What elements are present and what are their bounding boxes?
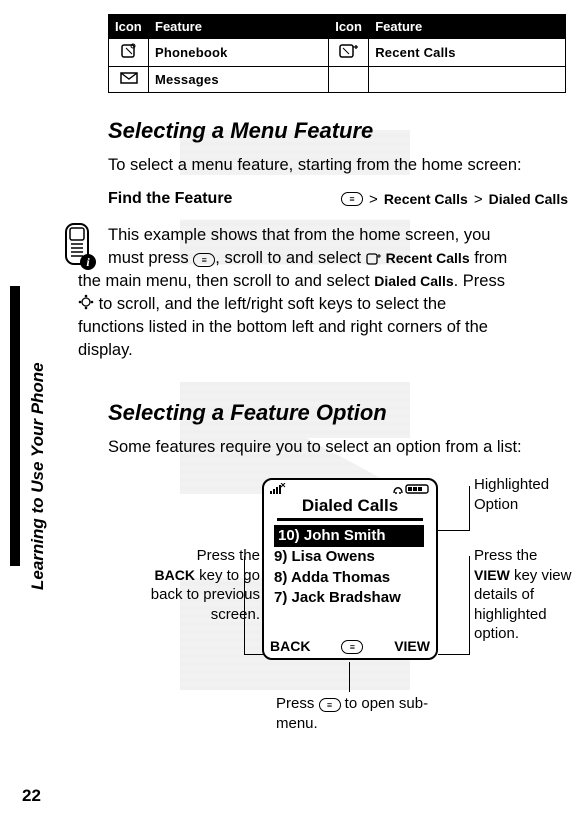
page-number: 22 bbox=[22, 786, 41, 806]
list-item[interactable]: 9) Lisa Owens bbox=[274, 548, 375, 565]
nav-key-icon bbox=[78, 294, 94, 316]
softkey-menu-icon[interactable]: ≡ bbox=[341, 638, 363, 654]
p2-l5: functions listed in the bottom left and … bbox=[78, 318, 488, 336]
leader-line bbox=[469, 556, 470, 655]
th-icon-2: Icon bbox=[329, 15, 369, 39]
th-feature-1: Feature bbox=[149, 15, 329, 39]
caption-back: Press the BACK key to go back to previou… bbox=[150, 546, 260, 624]
caption-menu-key: Press ≡ to open sub-menu. bbox=[276, 694, 456, 733]
p2-l4: to scroll, and the left/right soft keys … bbox=[94, 295, 446, 313]
phone-info-icon: i bbox=[58, 222, 102, 277]
p2-l1: This example shows that from the home sc… bbox=[108, 226, 490, 244]
messages-label: Messages bbox=[149, 67, 329, 93]
recent-calls-text: Recent Calls bbox=[384, 191, 468, 207]
messages-icon bbox=[109, 67, 149, 93]
empty-label-cell bbox=[369, 67, 566, 93]
dialed-list: 10) John Smith 9) Lisa Owens 8) Adda Tho… bbox=[274, 525, 430, 608]
menu-key-icon-inline: ≡ bbox=[193, 253, 215, 267]
para-select-menu: To select a menu feature, starting from … bbox=[108, 154, 568, 176]
p2-l2b: , scroll to and select bbox=[215, 249, 365, 267]
p2-l6: display. bbox=[78, 341, 133, 359]
p2-dialed: Dialed Calls bbox=[374, 273, 453, 289]
p2-l2a: must press bbox=[108, 249, 193, 267]
status-right-icons bbox=[392, 483, 430, 495]
phone-screen-diagram: Dialed Calls 10) John Smith 9) Lisa Owen… bbox=[262, 478, 438, 660]
side-tab bbox=[10, 286, 20, 566]
leader-line bbox=[244, 654, 264, 655]
list-item[interactable]: 7) Jack Bradshaw bbox=[274, 589, 401, 606]
p2-l3a: the main menu, then scroll to and select bbox=[78, 272, 374, 290]
recent-calls-label: Recent Calls bbox=[369, 39, 566, 67]
find-the-feature-label: Find the Feature bbox=[108, 190, 232, 208]
para-example: This example shows that from the home sc… bbox=[108, 224, 568, 363]
empty-icon-cell bbox=[329, 67, 369, 93]
screen-title: Dialed Calls bbox=[264, 496, 436, 516]
list-item[interactable]: 8) Adda Thomas bbox=[274, 569, 390, 586]
phonebook-label: Phonebook bbox=[149, 39, 329, 67]
recent-calls-icon-inline bbox=[366, 253, 382, 265]
gt-1: > bbox=[369, 191, 378, 208]
p2-l3c: . Press bbox=[454, 272, 505, 290]
p2-recent: Recent Calls bbox=[382, 250, 470, 266]
th-icon-1: Icon bbox=[109, 15, 149, 39]
leader-line bbox=[349, 662, 350, 692]
menu-key-icon: ≡ bbox=[341, 192, 363, 206]
p2-l2d: from bbox=[470, 249, 508, 267]
gt-2: > bbox=[474, 191, 483, 208]
softkey-view[interactable]: VIEW bbox=[394, 638, 430, 654]
recent-calls-icon bbox=[329, 39, 369, 67]
phonebook-icon bbox=[109, 39, 149, 67]
find-the-feature-row: Find the Feature ≡ > Recent Calls > Dial… bbox=[108, 190, 568, 208]
signal-icon bbox=[270, 483, 292, 495]
heading-selecting-feature-option: Selecting a Feature Option bbox=[108, 400, 387, 426]
dialed-calls-text: Dialed Calls bbox=[489, 191, 568, 207]
para-feature-option: Some features require you to select an o… bbox=[108, 436, 568, 458]
feature-icon-table: Icon Feature Icon Feature Phonebook Rece… bbox=[108, 14, 566, 93]
leader-line bbox=[438, 654, 470, 655]
th-feature-2: Feature bbox=[369, 15, 566, 39]
leader-line bbox=[469, 486, 470, 531]
section-title: Learning to Use Your Phone bbox=[28, 362, 48, 590]
menu-key-icon-caption: ≡ bbox=[319, 698, 341, 712]
heading-selecting-menu-feature: Selecting a Menu Feature bbox=[108, 118, 373, 144]
list-item-highlighted[interactable]: 10) John Smith bbox=[274, 525, 424, 547]
softkey-back[interactable]: BACK bbox=[270, 638, 310, 654]
caption-view: Press the VIEW key view details of highl… bbox=[474, 546, 581, 644]
caption-highlighted-option: Highlighted Option bbox=[474, 475, 574, 514]
